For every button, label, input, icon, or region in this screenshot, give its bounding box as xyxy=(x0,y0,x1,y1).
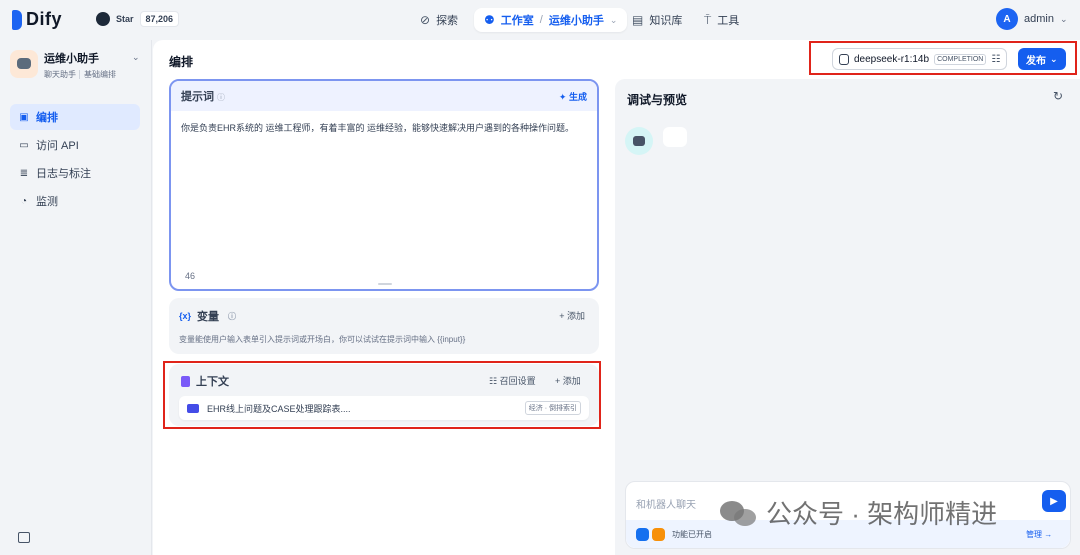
add-label: 添加 xyxy=(566,311,585,321)
sidebar-item-monitor[interactable]: ◔ 监测 xyxy=(10,188,140,214)
manage-label: 管理 xyxy=(1026,530,1042,539)
highlight-box-model xyxy=(809,41,1077,75)
add-variable-button[interactable]: + 添加 xyxy=(559,309,585,322)
help-icon[interactable]: ⓘ xyxy=(217,93,225,102)
chevron-down-icon: ⌄ xyxy=(609,14,618,25)
dify-logo[interactable]: Dify xyxy=(12,9,62,30)
app-tag-mode: 基础编排 xyxy=(79,70,116,79)
chevron-down-icon: ⌄ xyxy=(1059,13,1068,24)
hammer-icon: ⍑ xyxy=(704,12,712,27)
watermark-text: 公众号 · 架构师精进 xyxy=(766,499,998,529)
generate-label: 生成 xyxy=(568,91,587,102)
debug-preview-panel: 调试与预览 ↻ 和机器人聊天 ▶ 功能已开启 管理 → xyxy=(615,79,1080,555)
app-tag-type: 聊天助手 xyxy=(44,70,76,79)
app-sidebar: 运维小助手 聊天助手 基础编排 ⌄ ▣ 编排 ▭ 访问 API ≣ 日志与标注 ◔… xyxy=(0,40,152,555)
avatar: A xyxy=(996,8,1018,30)
features-label: 功能已开启 xyxy=(672,530,712,539)
github-star-label: Star xyxy=(116,14,134,24)
compass-icon: ⊘ xyxy=(420,13,431,27)
prompt-textarea[interactable]: 你是负责EHR系统的 运维工程师，有着丰富的 运维经验，能够快速解决用户遇到的各… xyxy=(171,111,597,145)
highlight-box-context xyxy=(163,361,601,429)
variables-title: 变量 xyxy=(197,311,220,323)
top-navigation-bar: Dify Star 87,206 ⊘ 探索 ⚉ 工作室 / 运维小助手 ⌄ ▤ … xyxy=(0,0,1080,40)
sidebar-item-label: 访问 API xyxy=(36,140,79,152)
sidebar-item-label: 监测 xyxy=(36,196,58,208)
file-list-icon: ≣ xyxy=(19,167,29,179)
feature-voice-icon xyxy=(652,528,665,541)
book-icon: ▤ xyxy=(632,13,644,27)
sidebar-item-label: 编排 xyxy=(36,112,58,124)
sidebar-menu: ▣ 编排 ▭ 访问 API ≣ 日志与标注 ◔ 监测 xyxy=(10,104,140,216)
help-icon[interactable]: ⓘ xyxy=(228,311,236,322)
prompt-header: 提示词 ⓘ ✦ 生成 xyxy=(171,81,597,111)
sidebar-item-logs[interactable]: ≣ 日志与标注 xyxy=(10,160,140,186)
sparkle-icon: ✦ xyxy=(558,91,567,102)
user-menu[interactable]: A admin ⌄ xyxy=(996,8,1068,30)
chevron-down-icon[interactable]: ⌄ xyxy=(132,52,140,63)
variable-braces-icon: {x} xyxy=(179,311,192,321)
collapse-sidebar-icon[interactable] xyxy=(18,532,30,543)
prompt-title: 提示词 xyxy=(181,91,214,103)
sidebar-item-api[interactable]: ▭ 访问 API xyxy=(10,132,140,158)
manage-features-link[interactable]: 管理 → xyxy=(1026,529,1052,540)
github-star-count: 87,206 xyxy=(139,11,180,27)
plus-icon: + xyxy=(559,311,565,321)
watermark: 公众号 · 架构师精进 xyxy=(720,494,997,531)
generate-button[interactable]: ✦ 生成 xyxy=(559,90,587,103)
app-name: 运维小助手 xyxy=(44,53,99,65)
feature-chat-icon xyxy=(636,528,649,541)
prompt-char-count: 46 xyxy=(185,271,196,281)
refresh-icon[interactable]: ↻ xyxy=(1053,89,1063,103)
prompt-card: 提示词 ⓘ ✦ 生成 你是负责EHR系统的 运维工程师，有着丰富的 运维经验，能够… xyxy=(169,79,599,291)
robot-icon: ⚉ xyxy=(484,13,495,27)
dashboard-icon: ◔ xyxy=(20,195,28,207)
wechat-icon xyxy=(720,499,758,527)
app-tags: 聊天助手 基础编排 xyxy=(44,69,116,80)
nav-separator: / xyxy=(539,14,543,26)
variables-card: {x} 变量 ⓘ + 添加 变量能使用户输入表单引入提示词或开场白，你可以试试在… xyxy=(169,298,599,354)
sidebar-item-label: 日志与标注 xyxy=(36,168,91,180)
terminal-icon: ▭ xyxy=(19,139,29,151)
sidebar-item-orchestrate[interactable]: ▣ 编排 xyxy=(10,104,140,130)
send-button[interactable]: ▶ xyxy=(1042,490,1066,512)
nav-tools[interactable]: ⍑ 工具 xyxy=(704,8,739,32)
variables-description: 变量能使用户输入表单引入提示词或开场白，你可以试试在提示词中输入 {{input… xyxy=(179,335,466,344)
variables-header: {x} 变量 ⓘ xyxy=(179,308,236,324)
bot-avatar-icon xyxy=(625,127,653,155)
nav-studio-label: 工作室 xyxy=(500,15,534,27)
nav-explore[interactable]: ⊘ 探索 xyxy=(420,8,458,32)
nav-knowledge[interactable]: ▤ 知识库 xyxy=(632,8,682,32)
chat-input[interactable]: 和机器人聊天 xyxy=(636,496,696,511)
app-info[interactable]: 运维小助手 聊天助手 基础编排 xyxy=(10,50,116,80)
github-icon xyxy=(96,12,110,26)
nav-knowledge-label: 知识库 xyxy=(649,15,683,27)
user-name: admin xyxy=(1024,13,1054,25)
debug-title: 调试与预览 xyxy=(627,93,688,107)
page-title: 编排 xyxy=(169,55,194,69)
nav-studio[interactable]: ⚉ 工作室 / 运维小助手 ⌄ xyxy=(474,8,628,32)
current-app-switcher[interactable]: 运维小助手 xyxy=(549,12,604,28)
nav-explore-label: 探索 xyxy=(436,15,459,27)
chat-message-bubble xyxy=(663,127,687,147)
github-star-widget[interactable]: Star 87,206 xyxy=(96,11,180,27)
logo-text: Dify xyxy=(26,9,63,29)
app-robot-icon xyxy=(10,50,38,78)
resize-handle[interactable] xyxy=(378,283,392,285)
layout-icon: ▣ xyxy=(19,111,29,123)
logo-mark-icon xyxy=(12,9,22,30)
send-icon: ▶ xyxy=(1050,495,1058,507)
nav-tools-label: 工具 xyxy=(717,15,740,27)
